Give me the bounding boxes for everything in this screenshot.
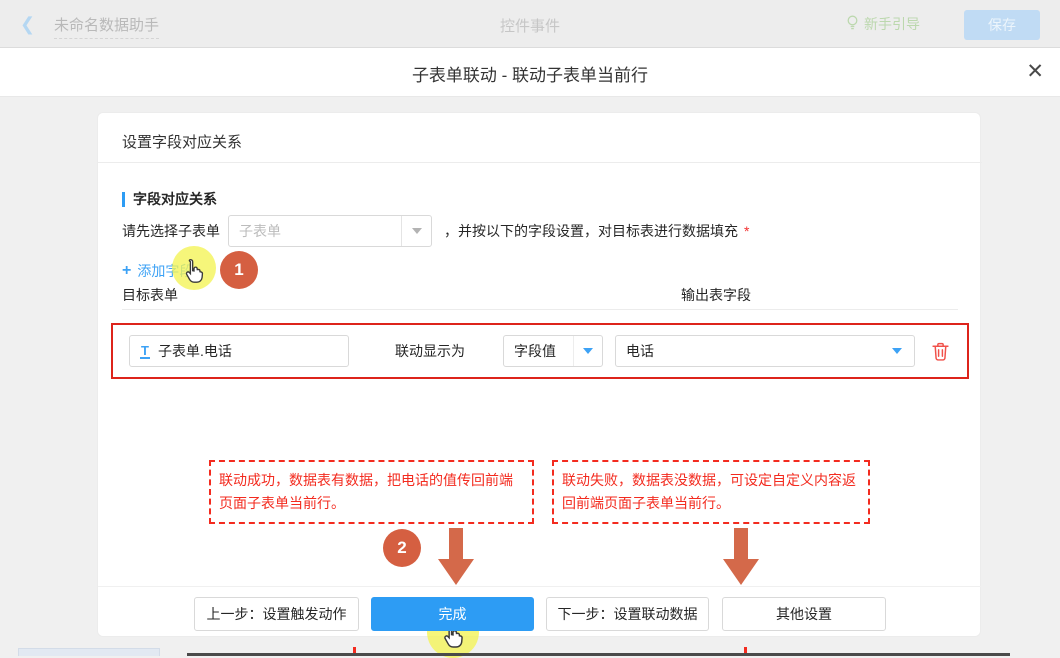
output-field-value: 电话 xyxy=(626,341,654,361)
target-field-value: 子表单.电话 xyxy=(158,341,232,361)
field-mapping-row: T 子表单.电话 联动显示为 字段值 电话 xyxy=(111,323,969,379)
other-settings-button[interactable]: 其他设置 xyxy=(722,597,886,631)
delete-row-button[interactable] xyxy=(932,342,949,361)
required-asterisk: * xyxy=(744,223,749,239)
section-title: 设置字段对应关系 xyxy=(122,131,242,152)
annotation-note-fail: 联动失败，数据表没数据，可设定自定义内容返回前端页面子表单当前行。 xyxy=(552,460,870,524)
plus-icon: + xyxy=(122,262,131,280)
display-mode-value: 字段值 xyxy=(504,341,556,361)
group-title-label: 字段对应关系 xyxy=(133,189,217,209)
prev-step-button[interactable]: 上一步：设置触发动作 xyxy=(194,597,359,631)
output-field-select[interactable]: 电话 xyxy=(615,335,915,367)
click-highlight-add-field xyxy=(172,246,216,290)
text-field-icon: T xyxy=(140,344,150,359)
chevron-down-icon xyxy=(573,336,602,366)
close-icon[interactable]: ✕ xyxy=(1026,59,1044,84)
arrow-down-icon xyxy=(723,528,759,590)
display-as-label: 联动显示为 xyxy=(395,341,465,361)
chevron-down-icon xyxy=(401,216,431,246)
group-title: 字段对应关系 xyxy=(122,189,217,209)
display-mode-select[interactable]: 字段值 xyxy=(503,335,603,367)
beginner-guide-link[interactable]: 新手引导 xyxy=(846,14,920,34)
chevron-down-icon xyxy=(892,348,902,354)
column-header-output: 输出表字段 xyxy=(681,285,751,305)
divider xyxy=(98,162,982,163)
trash-icon xyxy=(932,342,949,361)
step-2-badge: 2 xyxy=(383,529,421,567)
divider xyxy=(122,309,958,310)
lightbulb-icon xyxy=(846,15,859,34)
cutoff-red-dash xyxy=(353,647,356,653)
subform-select-value: 子表单 xyxy=(229,221,281,241)
cutoff-red-dash xyxy=(744,647,747,653)
divider xyxy=(98,586,982,587)
subform-select-row: 请先选择子表单 子表单 ，并按以下的字段设置，对目标表进行数据填充 * xyxy=(122,215,749,247)
hand-cursor-icon xyxy=(182,258,206,285)
modal-title: 子表单联动 - 联动子表单当前行 xyxy=(0,61,1060,86)
column-header-target: 目标表单 xyxy=(122,285,178,305)
cutoff-element xyxy=(18,648,160,656)
finish-button[interactable]: 完成 xyxy=(371,597,534,631)
next-step-button[interactable]: 下一步：设置联动数据 xyxy=(546,597,709,631)
blue-accent-bar xyxy=(122,192,125,207)
step-1-badge: 1 xyxy=(220,251,258,289)
save-button[interactable]: 保存 xyxy=(964,10,1040,40)
subform-select-label: 请先选择子表单 xyxy=(122,221,220,241)
subform-select[interactable]: 子表单 xyxy=(228,215,432,247)
annotation-note-success: 联动成功，数据表有数据，把电话的值传回前端页面子表单当前行。 xyxy=(209,460,534,524)
arrow-down-icon xyxy=(438,528,474,590)
top-app-bar: ❮ 未命名数据助手 控件事件 新手引导 保存 xyxy=(0,0,1060,48)
target-field-input[interactable]: T 子表单.电话 xyxy=(129,335,349,367)
screen: ❮ 未命名数据助手 控件事件 新手引导 保存 子表单联动 - 联动子表单当前行 … xyxy=(0,0,1060,656)
modal-header: 子表单联动 - 联动子表单当前行 ✕ xyxy=(0,48,1060,97)
field-mapping-card: 设置字段对应关系 字段对应关系 请先选择子表单 子表单 ，并按以下的字段设置，对… xyxy=(97,112,981,637)
mapping-hint-label: ，并按以下的字段设置，对目标表进行数据填充 xyxy=(444,221,738,241)
beginner-guide-label: 新手引导 xyxy=(864,14,920,34)
